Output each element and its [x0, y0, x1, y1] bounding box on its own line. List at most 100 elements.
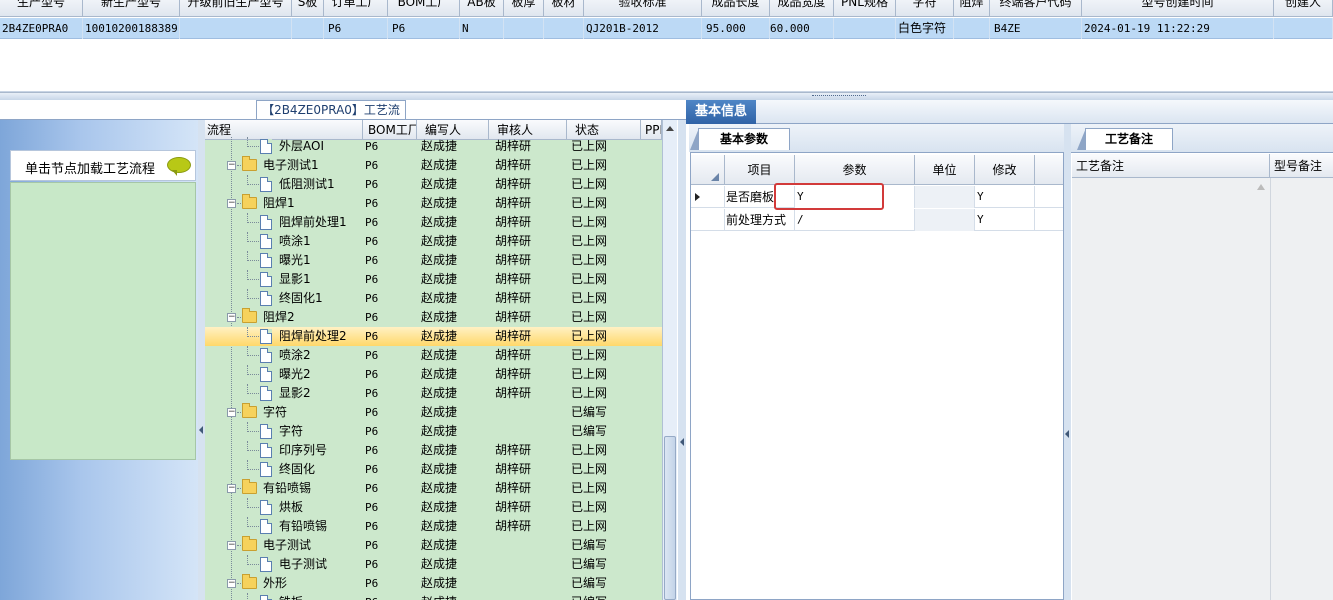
process-note-textarea[interactable] — [1072, 178, 1270, 600]
col-header[interactable]: 阻焊 — [954, 0, 990, 17]
horizontal-splitter[interactable] — [0, 92, 1333, 100]
col-value-header[interactable]: 参数 — [795, 155, 915, 185]
tree-row[interactable]: 电子测试 P6 赵成捷 已编写 — [205, 555, 662, 574]
model-note-textarea[interactable] — [1270, 178, 1333, 600]
cell-width[interactable]: 60.000 — [770, 18, 834, 39]
param-unit[interactable] — [915, 209, 975, 231]
tree-row[interactable]: − 电子测试 P6 赵成捷 已编写 — [205, 536, 662, 555]
tree-row[interactable]: 烘板 P6 赵成捷 胡梓研 已上网 — [205, 498, 662, 517]
col-modify-header[interactable]: 修改 — [975, 155, 1035, 185]
cell-creator[interactable] — [1274, 18, 1333, 39]
col-header[interactable]: 验收标准 — [584, 0, 702, 17]
left-splitter[interactable] — [198, 120, 205, 600]
tree-row[interactable]: − 电子测试1 P6 赵成捷 胡梓研 已上网 — [205, 156, 662, 175]
cell-thickness[interactable] — [504, 18, 544, 39]
cell-bom-factory[interactable]: P6 — [388, 18, 460, 39]
collapse-toggle-icon[interactable]: − — [227, 484, 236, 493]
tree-row[interactable]: 字符 P6 赵成捷 已编写 — [205, 422, 662, 441]
col-header[interactable]: 成品宽度 — [770, 0, 834, 17]
col-header[interactable]: 字符 — [896, 0, 954, 17]
tree-row[interactable]: 喷涂2 P6 赵成捷 胡梓研 已上网 — [205, 346, 662, 365]
col-header[interactable]: 升级前旧生产型号 — [180, 0, 292, 17]
col-header[interactable]: 终端客户代码 — [990, 0, 1082, 17]
collapse-toggle-icon[interactable]: − — [227, 408, 236, 417]
cell-old-model[interactable] — [180, 18, 292, 39]
col-header[interactable]: 订单工厂 — [324, 0, 388, 17]
tree-row[interactable]: − 字符 P6 赵成捷 已编写 — [205, 403, 662, 422]
cell-ab[interactable]: N — [460, 18, 504, 39]
tab-basic-params[interactable]: 基本参数 — [690, 128, 790, 150]
cell-model[interactable]: 2B4ZE0PRA0 — [0, 18, 83, 39]
tree-row[interactable]: 外层AOI P6 赵成捷 胡梓研 已上网 — [205, 137, 662, 156]
col-model-note-header[interactable]: 型号备注 — [1270, 154, 1333, 178]
cell-material[interactable] — [544, 18, 584, 39]
col-header[interactable]: S板 — [292, 0, 324, 17]
col-header[interactable]: BOM工厂 — [388, 0, 460, 17]
collapse-right-icon[interactable] — [680, 438, 684, 446]
cell-created[interactable]: 2024-01-19 11:22:29 — [1082, 18, 1274, 39]
tree-row[interactable]: − 阻焊2 P6 赵成捷 胡梓研 已上网 — [205, 308, 662, 327]
splitter-grip-icon[interactable] — [812, 95, 866, 98]
col-header[interactable]: 成品长度 — [702, 0, 770, 17]
tree-scrollbar[interactable] — [662, 120, 677, 600]
tree-row[interactable]: 铣板 P6 赵成捷 已编写 — [205, 593, 662, 600]
cell-customer[interactable]: B4ZE — [990, 18, 1082, 39]
col-header[interactable]: 型号创建时间 — [1082, 0, 1274, 17]
collapse-left-icon[interactable] — [199, 426, 203, 434]
tree-row[interactable]: − 有铅喷锡 P6 赵成捷 胡梓研 已上网 — [205, 479, 662, 498]
scroll-thumb[interactable] — [664, 436, 676, 600]
col-header[interactable]: 生产型号 — [0, 0, 83, 17]
tree-row[interactable]: − 外形 P6 赵成捷 已编写 — [205, 574, 662, 593]
tree-row[interactable]: − 阻焊1 P6 赵成捷 胡梓研 已上网 — [205, 194, 662, 213]
tree-row[interactable]: 阻焊前处理1 P6 赵成捷 胡梓研 已上网 — [205, 213, 662, 232]
col-header[interactable]: PNL规格 — [834, 0, 896, 17]
col-header[interactable]: 创建人 — [1274, 0, 1333, 17]
tree-row[interactable]: 终固化 P6 赵成捷 胡梓研 已上网 — [205, 460, 662, 479]
tree-row[interactable]: 喷涂1 P6 赵成捷 胡梓研 已上网 — [205, 232, 662, 251]
scroll-up-icon[interactable] — [666, 126, 674, 131]
tab-process-notes[interactable]: 工艺备注 — [1077, 128, 1173, 150]
col-header[interactable]: 板材 — [544, 0, 584, 17]
cell-length[interactable]: 95.000 — [702, 18, 770, 39]
nav-header[interactable]: 单击节点加载工艺流程 — [10, 150, 196, 181]
collapse-toggle-icon[interactable]: − — [227, 541, 236, 550]
tree-row[interactable]: 有铅喷锡 P6 赵成捷 胡梓研 已上网 — [205, 517, 662, 536]
cell-legend[interactable]: 白色字符 — [896, 18, 954, 39]
cell-standard[interactable]: QJ201B-2012 — [584, 18, 702, 39]
col-unit-header[interactable]: 单位 — [915, 155, 975, 185]
col-header[interactable]: AB板 — [460, 0, 504, 17]
col-header[interactable]: 新生产型号 — [83, 0, 180, 17]
collapse-toggle-icon[interactable]: − — [227, 199, 236, 208]
col-item-header[interactable]: 项目 — [725, 155, 795, 185]
tree-row[interactable]: 显影1 P6 赵成捷 胡梓研 已上网 — [205, 270, 662, 289]
tree-row[interactable]: 终固化1 P6 赵成捷 胡梓研 已上网 — [205, 289, 662, 308]
col-header[interactable]: 板厚 — [504, 0, 544, 17]
cell-pnl[interactable] — [834, 18, 896, 39]
tree-row[interactable]: 阻焊前处理2 P6 赵成捷 胡梓研 已上网 — [205, 327, 662, 346]
collapse-toggle-icon[interactable]: − — [227, 579, 236, 588]
param-modify[interactable]: Y — [975, 186, 1035, 208]
collapse-toggle-icon[interactable]: − — [227, 161, 236, 170]
cell-s[interactable] — [292, 18, 324, 39]
notes-scrollbar[interactable] — [1253, 178, 1270, 600]
param-modify[interactable]: Y — [975, 209, 1035, 231]
col-process-note-header[interactable]: 工艺备注 — [1072, 154, 1270, 178]
cell-mask[interactable] — [954, 18, 990, 39]
middle-splitter[interactable] — [678, 120, 686, 600]
tree-row[interactable]: 曝光1 P6 赵成捷 胡梓研 已上网 — [205, 251, 662, 270]
tab-basic-info[interactable]: 基本信息 — [686, 100, 756, 124]
param-value-input[interactable]: / — [795, 209, 915, 231]
tree-row[interactable]: 曝光2 P6 赵成捷 胡梓研 已上网 — [205, 365, 662, 384]
collapse-notes-icon[interactable] — [1065, 430, 1069, 438]
param-row[interactable]: 前处理方式 / Y — [691, 209, 1063, 231]
param-unit[interactable] — [915, 186, 975, 208]
cell-order-factory[interactable]: P6 — [324, 18, 388, 39]
model-grid-row[interactable]: 2B4ZE0PRA0 10010200188389 P6 P6 N QJ201B… — [0, 18, 1333, 39]
collapse-toggle-icon[interactable]: − — [227, 313, 236, 322]
tree-row[interactable]: 低阻测试1 P6 赵成捷 胡梓研 已上网 — [205, 175, 662, 194]
right-splitter[interactable] — [1064, 124, 1071, 600]
tree-row[interactable]: 显影2 P6 赵成捷 胡梓研 已上网 — [205, 384, 662, 403]
process-flow-tab[interactable]: 【2B4ZE0PRA0】工艺流程 — [256, 100, 406, 135]
cell-new-model[interactable]: 10010200188389 — [83, 18, 180, 39]
tree-row[interactable]: 印序列号 P6 赵成捷 胡梓研 已上网 — [205, 441, 662, 460]
